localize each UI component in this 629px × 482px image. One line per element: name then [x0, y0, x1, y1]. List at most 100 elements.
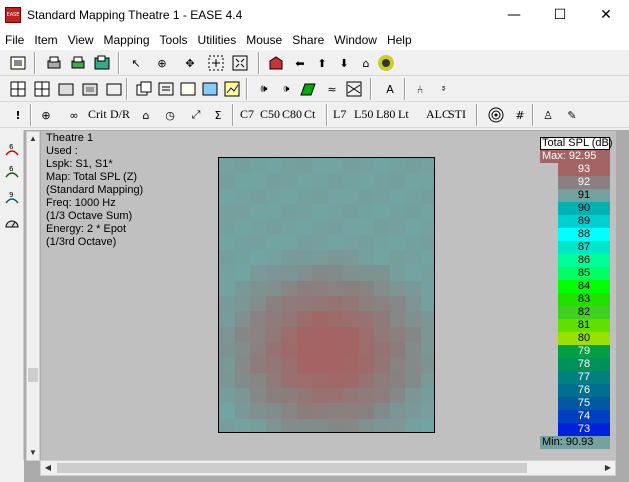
scroll-left-icon[interactable]: ◀ [41, 461, 55, 475]
speaker-muted-icon[interactable]: 🕩 [276, 79, 296, 99]
spl-map-cell [358, 311, 375, 328]
menu-share[interactable]: Share [287, 30, 329, 50]
menu-view[interactable]: View [63, 30, 99, 50]
arrow-up-icon[interactable]: ⬆ [312, 53, 332, 73]
spl-map-cell [389, 280, 406, 297]
wave-icon[interactable]: ≈ [322, 79, 342, 99]
speaker-aim-teal-icon[interactable]: 9 [2, 188, 22, 210]
gauge-icon[interactable] [2, 212, 22, 234]
vertical-scroll-thumb[interactable] [28, 368, 38, 382]
spl-map-cell [389, 342, 406, 358]
l50-button[interactable]: L50 [354, 107, 373, 122]
render-icon[interactable] [376, 53, 396, 73]
menu-help[interactable]: Help [382, 30, 417, 50]
hatch-icon[interactable]: # [510, 105, 530, 125]
spl-map-cell [405, 219, 421, 236]
info-icon[interactable]: ! [8, 105, 28, 125]
audience-area-icon[interactable] [298, 79, 318, 99]
export-icon[interactable] [92, 53, 112, 73]
print-setup-icon[interactable] [68, 53, 88, 73]
frame-icon[interactable] [178, 79, 198, 99]
l80-button[interactable]: L80 [376, 107, 395, 122]
menu-item[interactable]: Item [29, 30, 62, 50]
scroll-up-icon[interactable]: ▲ [27, 132, 39, 146]
home-icon[interactable]: ⌂ [356, 53, 376, 73]
menu-file[interactable]: File [0, 30, 29, 50]
mapping-type-label: (Standard Mapping) [46, 184, 144, 196]
spl-map-cell [265, 158, 282, 174]
c7-button[interactable]: C7 [240, 107, 254, 122]
paint-icon[interactable]: ♙ [538, 105, 558, 125]
rays-icon[interactable] [344, 79, 364, 99]
menu-tools[interactable]: Tools [155, 30, 193, 50]
seat-stats-icon[interactable]: ᶳ [434, 79, 454, 99]
menu-mouse[interactable]: Mouse [241, 30, 287, 50]
speaker-aim-green-icon[interactable]: 6 [2, 162, 22, 184]
legend-level-row: 74 [540, 410, 610, 423]
link-icon[interactable]: ∞ [64, 105, 84, 125]
arrow-down-icon[interactable]: ⬇ [334, 53, 354, 73]
room-icon[interactable] [266, 53, 286, 73]
edit-icon[interactable]: ✎ [562, 105, 582, 125]
menu-window[interactable]: Window [329, 30, 382, 50]
target-icon[interactable]: ⊕ [36, 105, 56, 125]
l7-button[interactable]: L7 [333, 107, 346, 122]
menu-utilities[interactable]: Utilities [193, 30, 242, 50]
copy-icon[interactable] [134, 79, 154, 99]
speaker-icon[interactable]: 🕪 [254, 79, 274, 99]
c50-button[interactable]: C50 [260, 107, 280, 122]
spl-map-cell [250, 204, 266, 220]
crosshair-icon[interactable]: ⊕ [152, 53, 172, 73]
spl-map-cell [296, 372, 313, 389]
pointer-icon[interactable]: ↖ [126, 53, 146, 73]
close-button[interactable]: ✕ [583, 0, 629, 30]
crit-button[interactable]: Crit [88, 107, 107, 122]
view-detail-icon[interactable] [80, 79, 100, 99]
horizontal-scroll-thumb[interactable] [57, 463, 527, 473]
spl-map-cell [219, 357, 235, 374]
dr-button[interactable]: D/R [110, 107, 130, 122]
seat-icon[interactable]: ⑃ [410, 79, 430, 99]
text-icon[interactable]: A [380, 79, 400, 99]
spl-map-cell [389, 296, 406, 312]
ct-button[interactable]: Ct [304, 107, 315, 122]
spl-map-cell [219, 326, 235, 343]
arrow-left-icon[interactable]: ⬅ [290, 53, 310, 73]
map-info-panel: Theatre 1 Used : Lspk: S1, S1* Map: Tota… [46, 132, 143, 249]
chart-icon[interactable] [222, 79, 242, 99]
shoe-icon[interactable]: ⌂ [136, 105, 156, 125]
view-wire-icon[interactable] [104, 79, 124, 99]
legend-level-row: 86 [540, 254, 610, 267]
scroll-down-icon[interactable]: ▼ [27, 446, 39, 460]
split-view-icon[interactable] [32, 79, 52, 99]
horizontal-scrollbar[interactable]: ◀ ▶ [40, 460, 616, 476]
spl-color-map[interactable] [218, 157, 435, 433]
surfaces-icon[interactable] [156, 79, 176, 99]
window-icon[interactable] [8, 53, 28, 73]
legend-level-row: 82 [540, 306, 610, 319]
vertical-scrollbar[interactable]: ▲ ▼ [26, 131, 40, 461]
clock-icon[interactable]: ◷ [160, 105, 180, 125]
move-icon[interactable]: ✥ [180, 53, 200, 73]
alc-button[interactable]: ALC [426, 107, 450, 122]
sti-button[interactable]: STI [448, 107, 466, 122]
scroll-right-icon[interactable]: ▶ [601, 461, 615, 475]
grid-view-icon[interactable] [8, 79, 28, 99]
print-icon[interactable] [44, 53, 64, 73]
contour-icon[interactable] [486, 105, 506, 125]
lt-button[interactable]: Lt [398, 107, 409, 122]
maximize-button[interactable]: ☐ [537, 0, 583, 30]
spl-map-cell [327, 173, 344, 190]
c80-button[interactable]: C80 [282, 107, 302, 122]
minimize-button[interactable]: — [491, 0, 537, 30]
zoom-in-icon[interactable] [206, 53, 226, 73]
color-map-icon[interactable] [200, 79, 220, 99]
view-3d-icon[interactable] [56, 79, 76, 99]
speaker-aim-red-icon[interactable]: 6 [2, 140, 22, 162]
menu-mapping[interactable]: Mapping [98, 30, 154, 50]
spl-map-cell [405, 265, 421, 282]
sum-icon[interactable]: Σ [208, 105, 228, 125]
legend-level-swatch: 80 [558, 332, 610, 345]
zoom-fit-icon[interactable] [230, 53, 250, 73]
measure-line-icon[interactable]: ⤢ [186, 105, 206, 125]
